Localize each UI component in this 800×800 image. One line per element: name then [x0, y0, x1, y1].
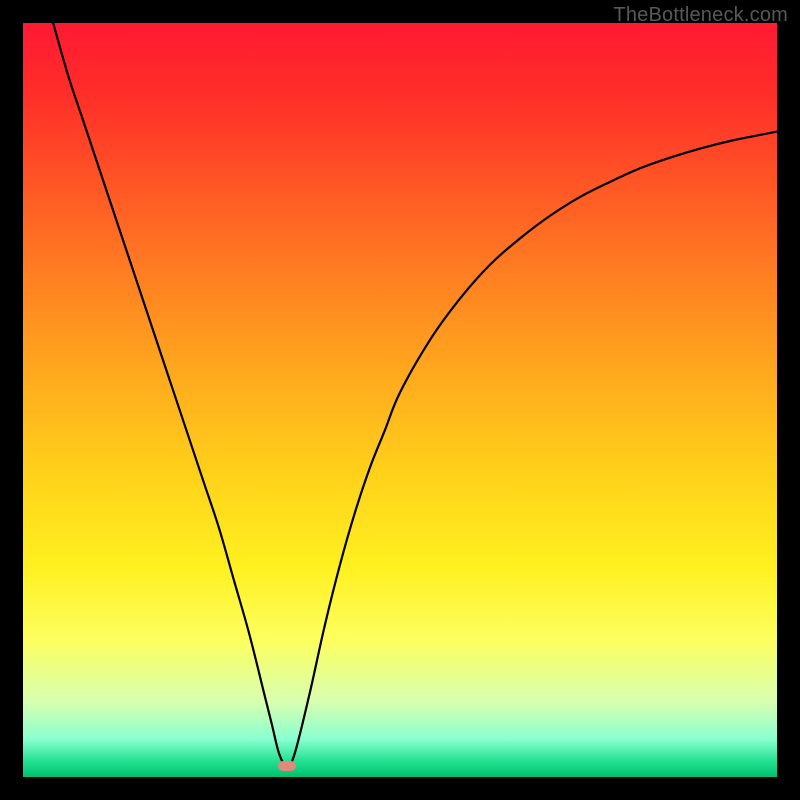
bottleneck-curve	[23, 23, 777, 777]
plot-area	[23, 23, 777, 777]
chart-frame: TheBottleneck.com	[0, 0, 800, 800]
optimal-point-marker	[278, 761, 296, 771]
watermark-text: TheBottleneck.com	[613, 4, 788, 27]
